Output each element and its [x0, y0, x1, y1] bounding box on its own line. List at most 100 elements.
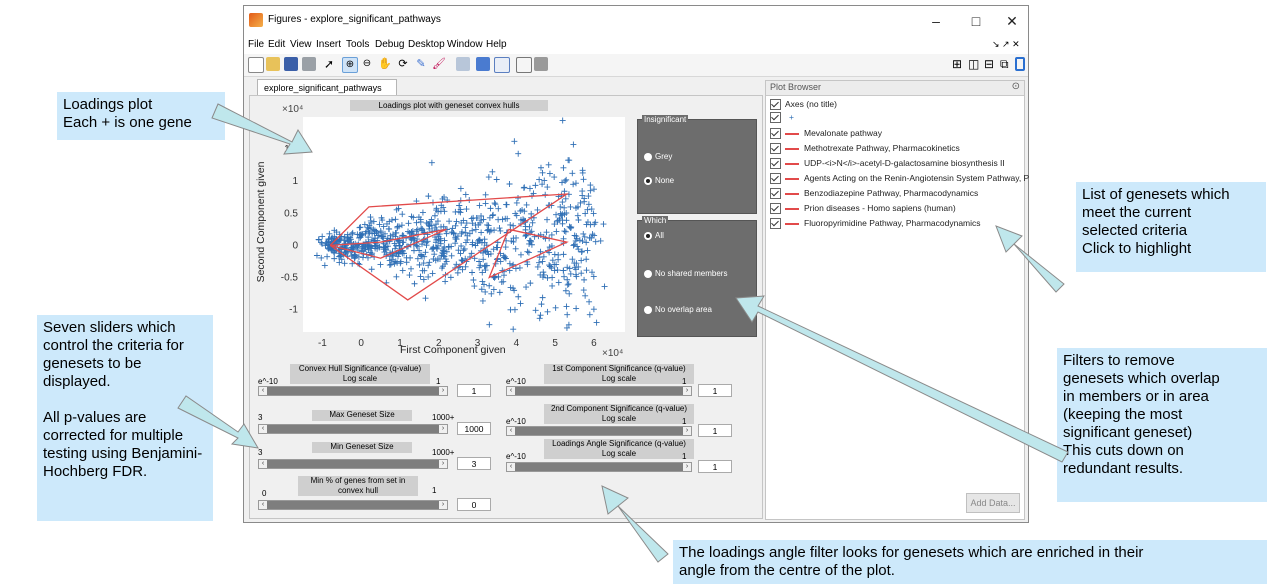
- slider-left-arrow[interactable]: ‹: [507, 387, 515, 395]
- slider-right-arrow[interactable]: ›: [683, 427, 691, 435]
- tile-icon[interactable]: ⊞: [952, 57, 966, 71]
- menu-insert[interactable]: Insert: [316, 39, 341, 50]
- plot-browser-menu-icon[interactable]: ⊙: [1012, 81, 1020, 92]
- pb-item-mevalonate[interactable]: Mevalonate pathway: [770, 128, 882, 140]
- convex-slider-value[interactable]: 1: [457, 384, 491, 397]
- pb-item-fluoropyrimidine[interactable]: Fluoropyrimidine Pathway, Pharmacodynami…: [770, 218, 981, 230]
- radio-all[interactable]: All: [644, 231, 664, 240]
- float-icon[interactable]: ⧉: [1000, 57, 1014, 71]
- maxsize-slider-value[interactable]: 1000: [457, 422, 491, 435]
- minpct-slider-group: Min % of genes from set in convex hull 0…: [250, 476, 500, 516]
- pb-item-label: Prion diseases - Homo sapiens (human): [804, 203, 956, 213]
- plot-browser: Plot Browser ⊙ Axes (no title) + Mevalon…: [765, 80, 1029, 520]
- open-icon[interactable]: [266, 57, 280, 71]
- slider-left-arrow[interactable]: ‹: [259, 425, 267, 433]
- minpct-slider-value[interactable]: 0: [457, 498, 491, 511]
- menu-debug[interactable]: Debug: [375, 39, 404, 50]
- minsize-slider[interactable]: ‹ ›: [258, 459, 448, 469]
- maximize-button[interactable]: □: [964, 11, 988, 31]
- which-title: Which: [642, 216, 669, 225]
- colorbar-icon[interactable]: [476, 57, 490, 71]
- pb-item-prion[interactable]: Prion diseases - Homo sapiens (human): [770, 203, 956, 215]
- comp2-slider[interactable]: ‹ ›: [506, 426, 692, 436]
- radio-no-shared-dot[interactable]: [644, 269, 652, 278]
- toolbar: ➚ ⊕ ⊖ ✋ ⟳ ✎ 🖌 ⊞ ◫ ⊟ ⧉: [244, 54, 1028, 77]
- pb-checkbox[interactable]: [770, 99, 781, 111]
- legend-icon[interactable]: [494, 57, 510, 73]
- pb-item-methotrexate[interactable]: Methotrexate Pathway, Pharmacokinetics: [770, 143, 960, 155]
- slider-right-arrow[interactable]: ›: [683, 387, 691, 395]
- pan-icon[interactable]: ✋: [378, 57, 392, 71]
- pb-checkbox[interactable]: [770, 188, 781, 200]
- split-horizontal-icon[interactable]: ⊟: [984, 57, 998, 71]
- minpct-slider[interactable]: ‹ ›: [258, 500, 448, 510]
- show-tools-icon[interactable]: [534, 57, 548, 71]
- slider-right-arrow[interactable]: ›: [683, 463, 691, 471]
- slider-left-arrow[interactable]: ‹: [259, 387, 267, 395]
- comp1-slider-value[interactable]: 1: [698, 384, 732, 397]
- print-icon[interactable]: [302, 57, 316, 71]
- menu-edit[interactable]: Edit: [268, 39, 285, 50]
- link-icon[interactable]: [456, 57, 470, 71]
- menu-desktop[interactable]: Desktop: [408, 39, 445, 50]
- zoom-out-icon[interactable]: ⊖: [360, 57, 374, 71]
- menu-view[interactable]: View: [290, 39, 312, 50]
- menu-tools[interactable]: Tools: [346, 39, 369, 50]
- slider-left-arrow[interactable]: ‹: [507, 427, 515, 435]
- minimize-button[interactable]: –: [924, 11, 948, 31]
- minsize-slider-value[interactable]: 3: [457, 457, 491, 470]
- menu-window[interactable]: Window: [447, 39, 483, 50]
- pb-item-renin[interactable]: Agents Acting on the Renin-Angiotensin S…: [770, 173, 1029, 185]
- save-icon[interactable]: [284, 57, 298, 71]
- comp2-slider-value[interactable]: 1: [698, 424, 732, 437]
- maxsize-slider[interactable]: ‹ ›: [258, 424, 448, 434]
- pb-item-udp[interactable]: UDP-<i>N</i>-acetyl-D-galactosamine bios…: [770, 158, 1005, 170]
- brush-icon[interactable]: 🖌: [432, 57, 446, 71]
- angle-slider[interactable]: ‹ ›: [506, 462, 692, 472]
- dock-arrows-icon[interactable]: ↘ ↗ ✕: [992, 39, 1020, 50]
- pb-checkbox[interactable]: [770, 128, 781, 140]
- pb-item-scatter[interactable]: +: [770, 112, 794, 124]
- radio-grey[interactable]: Grey: [644, 152, 672, 161]
- pb-item-axes[interactable]: Axes (no title): [770, 99, 837, 111]
- pb-checkbox[interactable]: [770, 203, 781, 215]
- slider-right-arrow[interactable]: ›: [439, 387, 447, 395]
- pb-checkbox[interactable]: [770, 158, 781, 170]
- minsize-slider-title: Min Geneset Size: [312, 442, 412, 453]
- radio-no-overlap-area[interactable]: No overlap area: [644, 305, 712, 314]
- zoom-in-icon[interactable]: ⊕: [342, 57, 358, 73]
- split-vertical-icon[interactable]: ◫: [968, 57, 982, 71]
- radio-grey-dot[interactable]: [644, 152, 652, 161]
- angle-slider-value[interactable]: 1: [698, 460, 732, 473]
- radio-no-shared-members[interactable]: No shared members: [644, 269, 727, 278]
- pb-checkbox[interactable]: [770, 112, 781, 124]
- comp1-slider[interactable]: ‹ ›: [506, 386, 692, 396]
- slider-right-arrow[interactable]: ›: [439, 460, 447, 468]
- pointer-icon[interactable]: ➚: [324, 57, 338, 71]
- radio-no-overlap-dot[interactable]: [644, 305, 652, 314]
- radio-none-dot[interactable]: [644, 176, 652, 185]
- slider-left-arrow[interactable]: ‹: [259, 501, 267, 509]
- new-figure-icon[interactable]: [248, 57, 264, 73]
- pb-checkbox[interactable]: [770, 143, 781, 155]
- close-button[interactable]: ✕: [1000, 11, 1024, 31]
- menu-help[interactable]: Help: [486, 39, 507, 50]
- radio-none[interactable]: None: [644, 176, 674, 185]
- convex-slider[interactable]: ‹ ›: [258, 386, 448, 396]
- slider-left-arrow[interactable]: ‹: [259, 460, 267, 468]
- pb-item-benzodiazepine[interactable]: Benzodiazepine Pathway, Pharmacodynamics: [770, 188, 978, 200]
- menu-file[interactable]: File: [248, 39, 264, 50]
- radio-all-dot[interactable]: [644, 231, 652, 240]
- slider-left-arrow[interactable]: ‹: [507, 463, 515, 471]
- add-data-button[interactable]: Add Data...: [966, 493, 1020, 513]
- comp1-slider-title: 1st Component Significance (q-value) Log…: [544, 364, 694, 384]
- pb-checkbox[interactable]: [770, 218, 781, 230]
- slider-right-arrow[interactable]: ›: [439, 501, 447, 509]
- slider-right-arrow[interactable]: ›: [439, 425, 447, 433]
- tab-explore-significant-pathways[interactable]: explore_significant_pathways ✖: [257, 79, 397, 109]
- pb-checkbox[interactable]: [770, 173, 781, 185]
- maximize-panel-icon[interactable]: [1015, 57, 1025, 71]
- rotate-icon[interactable]: ⟳: [396, 57, 410, 71]
- data-cursor-icon[interactable]: ✎: [414, 57, 428, 71]
- hide-tools-icon[interactable]: [516, 57, 532, 73]
